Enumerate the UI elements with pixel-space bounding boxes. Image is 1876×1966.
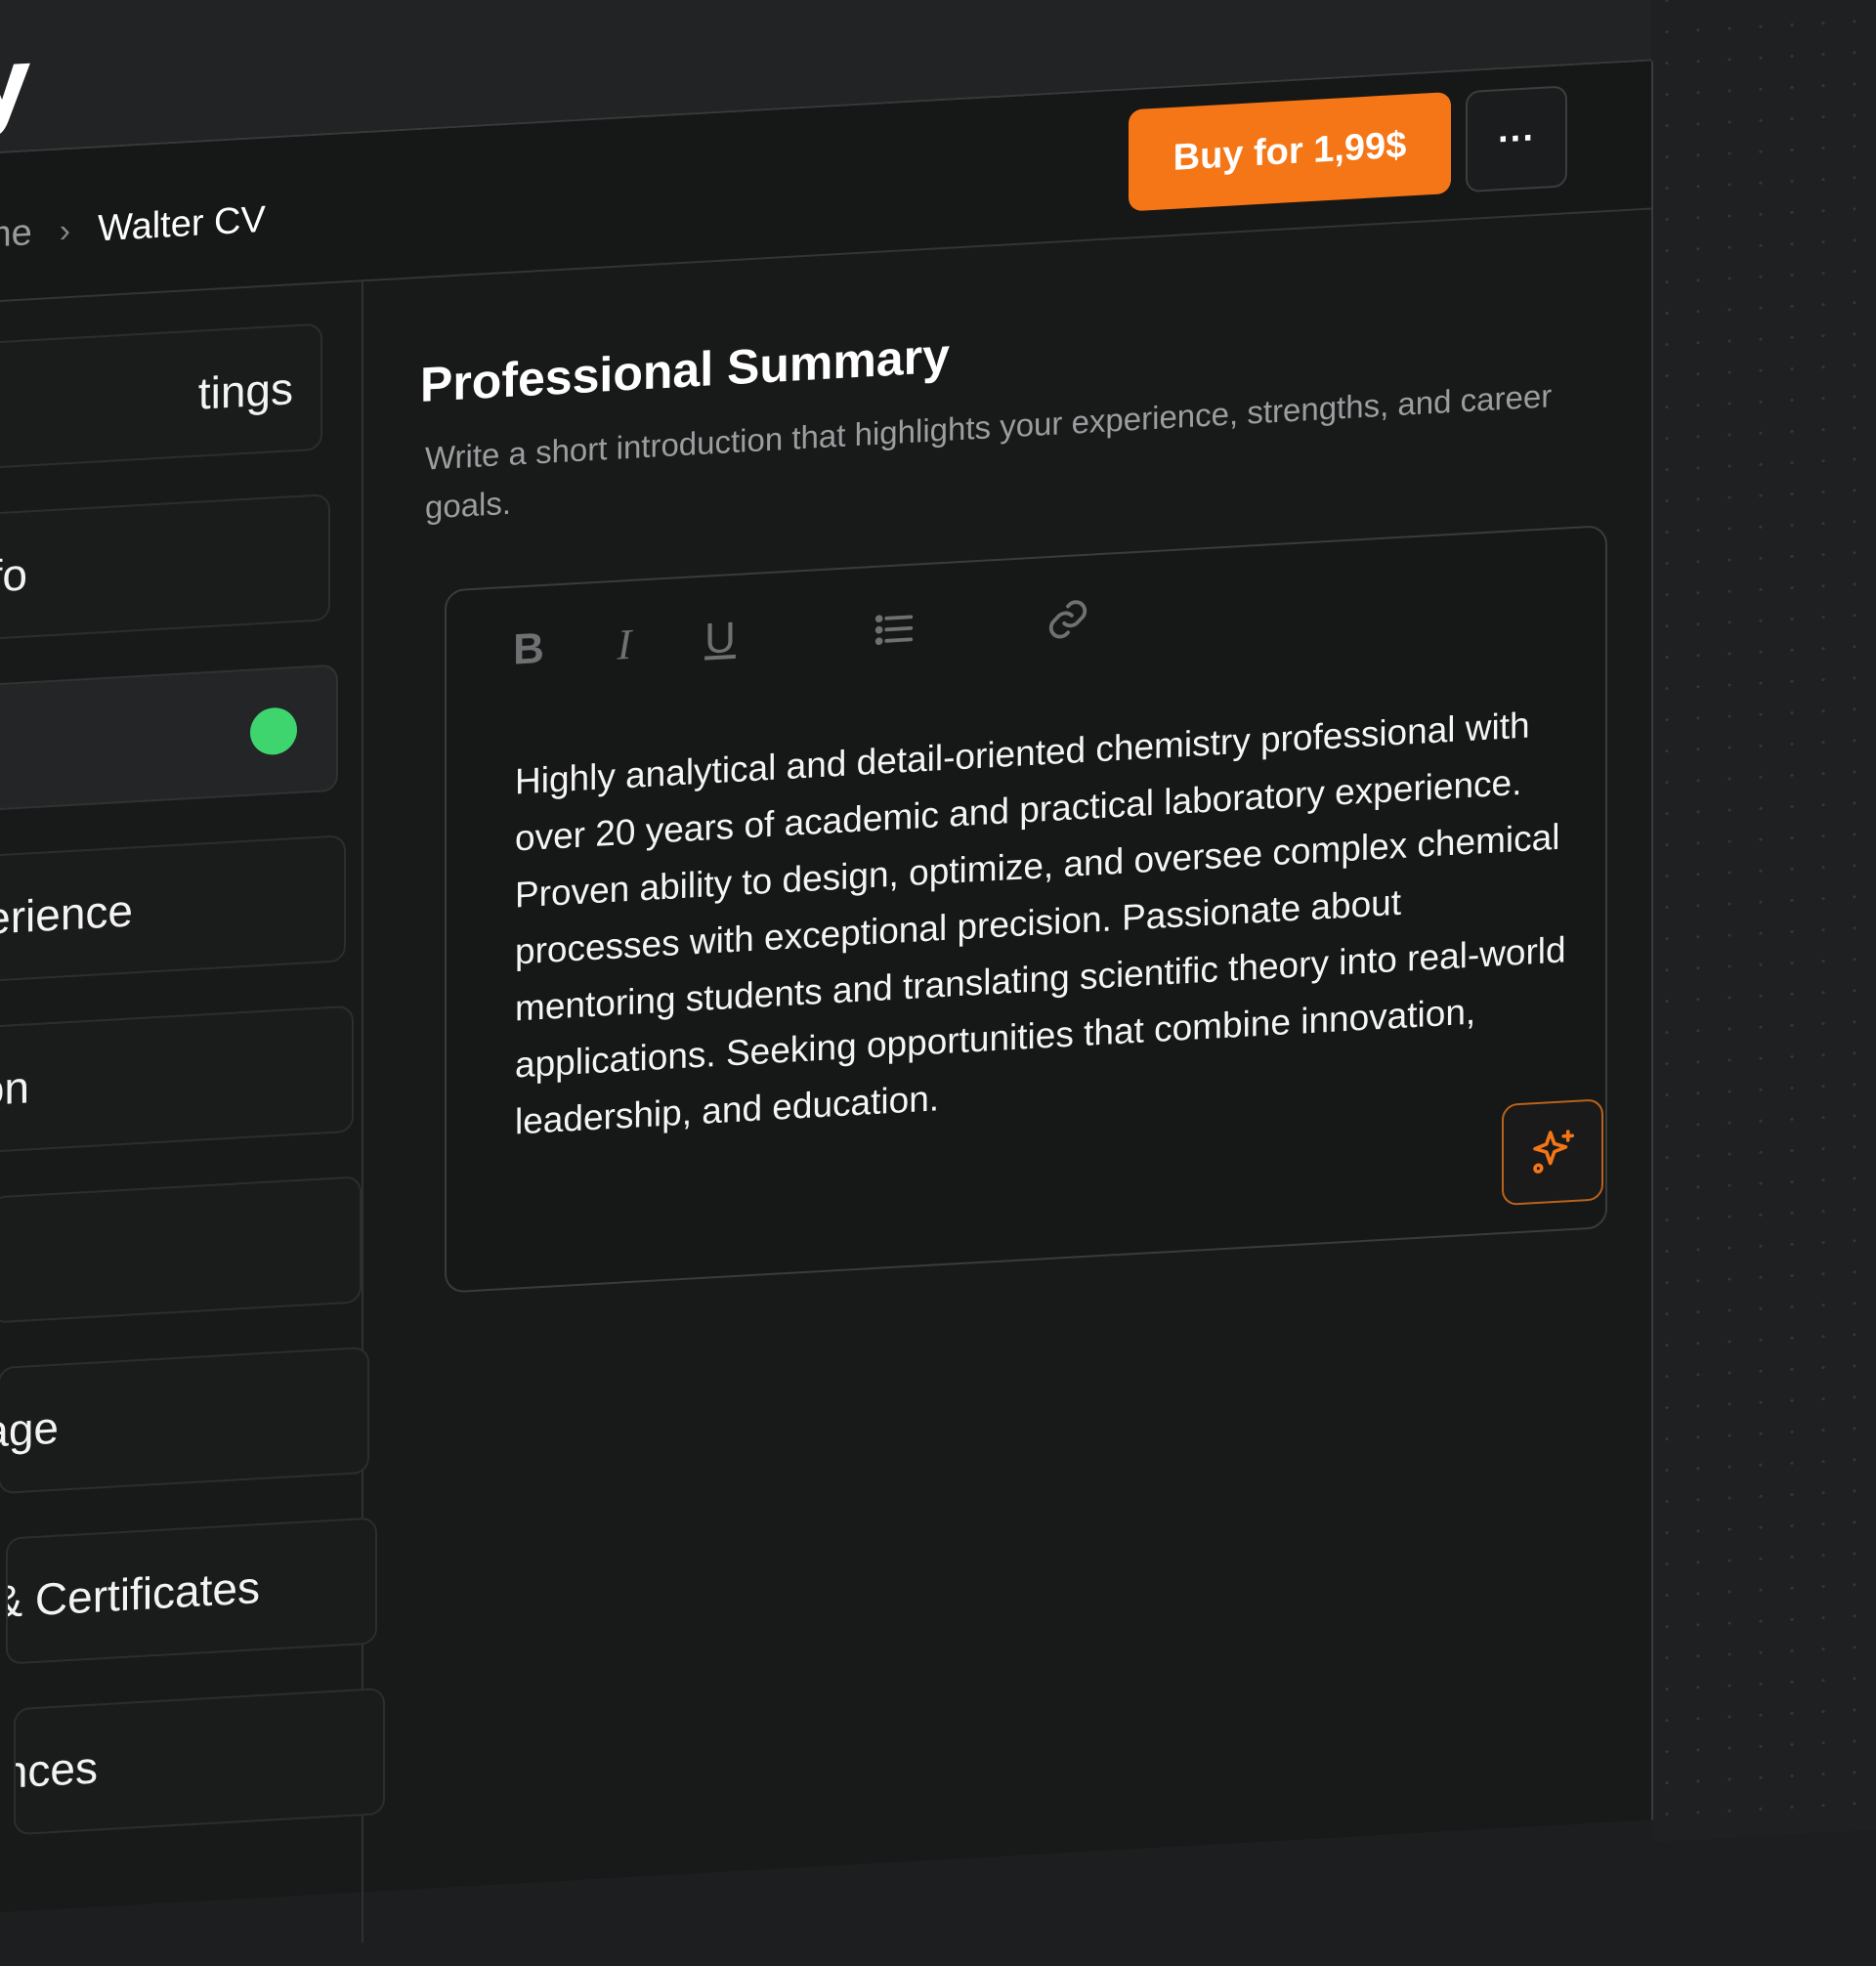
sidebar-item-professional-summary[interactable] bbox=[0, 663, 338, 812]
sidebar-item-label: nfo bbox=[0, 548, 27, 604]
breadcrumb: me › Walter CV bbox=[0, 199, 266, 257]
sidebar-item-personal-info[interactable]: nfo bbox=[0, 493, 330, 642]
chevron-right-icon: › bbox=[59, 211, 71, 250]
page-title: Professional Summary bbox=[420, 327, 950, 412]
breadcrumb-current: Walter CV bbox=[98, 198, 266, 250]
sidebar-item-label: uage bbox=[0, 1401, 59, 1459]
sidebar-item-courses-certificates[interactable]: rses & Certificates bbox=[6, 1517, 377, 1665]
sidebar: tings nfo perience on uage rses & C bbox=[0, 281, 385, 1965]
sidebar-item-skills[interactable] bbox=[0, 1175, 362, 1324]
editor-window: me › Walter CV Buy for 1,99$ ··· tings n… bbox=[0, 61, 1653, 1965]
main-content: Professional Summary Write a short intro… bbox=[371, 210, 1642, 1943]
summary-text[interactable]: Highly analytical and detail-oriented ch… bbox=[515, 695, 1570, 1150]
sidebar-item-experience[interactable]: perience bbox=[0, 834, 346, 983]
ai-assist-button[interactable] bbox=[1502, 1098, 1603, 1207]
link-icon[interactable] bbox=[1045, 595, 1091, 645]
status-complete-icon bbox=[250, 706, 297, 756]
more-icon: ··· bbox=[1498, 116, 1535, 160]
app-logo: y bbox=[0, 27, 32, 141]
sidebar-item-language[interactable]: uage bbox=[0, 1346, 369, 1495]
sidebar-item-settings[interactable]: tings bbox=[0, 322, 322, 471]
more-options-button[interactable]: ··· bbox=[1466, 85, 1567, 193]
buy-button[interactable]: Buy for 1,99$ bbox=[1129, 91, 1451, 212]
editor-toolbar: B I U bbox=[505, 595, 1091, 675]
breadcrumb-home[interactable]: me bbox=[0, 212, 32, 257]
sidebar-item-references[interactable]: erences bbox=[14, 1687, 385, 1836]
background-pattern bbox=[1651, 0, 1876, 1843]
sidebar-item-label: on bbox=[0, 1061, 29, 1116]
italic-button[interactable]: I bbox=[601, 620, 648, 669]
sidebar-item-label: rses & Certificates bbox=[6, 1561, 260, 1633]
bold-button[interactable]: B bbox=[505, 624, 552, 674]
sparkle-icon bbox=[1533, 1130, 1575, 1174]
sidebar-item-label: perience bbox=[0, 884, 133, 946]
list-icon[interactable] bbox=[871, 605, 917, 655]
sidebar-item-label: erences bbox=[14, 1741, 98, 1802]
rich-text-editor[interactable]: B I U Highly analytical and detail-orien… bbox=[445, 525, 1607, 1294]
sidebar-item-education[interactable]: on bbox=[0, 1004, 354, 1154]
underline-button[interactable]: U bbox=[697, 614, 744, 663]
sidebar-item-label: tings bbox=[197, 363, 293, 419]
screen: y me › Walter CV Buy for 1,99$ ··· tings… bbox=[0, 0, 1876, 1965]
